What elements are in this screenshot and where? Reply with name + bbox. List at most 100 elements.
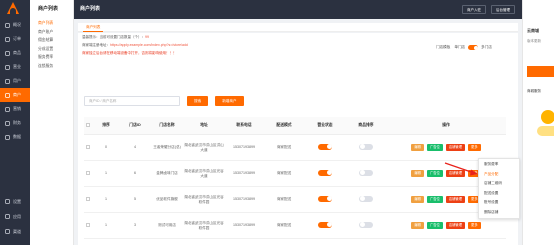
row-checkbox[interactable] [86, 222, 90, 227]
sidebar-item-home[interactable]: 概况 [0, 18, 30, 32]
tab-merchant-list[interactable]: 商户列表 [83, 23, 104, 32]
store-manage-button[interactable]: 店铺管理 [445, 222, 466, 229]
dropdown-item[interactable]: 服务费率 [479, 160, 519, 170]
subnav-list: 商户列表 商户账户 佣金结算 分成设置 服务费率 连锁服务 [30, 19, 73, 70]
goods-sort-toggle[interactable] [359, 169, 373, 176]
cell-delivery-mode: 商家配送 [276, 171, 292, 175]
merchant-join-button[interactable]: 商户入驻 [462, 5, 486, 14]
cell-phone: 15307193899 [233, 197, 255, 201]
sidebar-item-order[interactable]: 订单 [0, 32, 30, 46]
business-status-toggle[interactable] [318, 169, 332, 176]
cell-store-name: 优品软件旗舰 [156, 197, 178, 201]
store-mode-label: 门店模板 [436, 45, 451, 49]
edit-button[interactable]: 编辑 [411, 196, 424, 203]
sidebar-item-store[interactable]: 营业 [0, 60, 30, 74]
more-button[interactable]: 更多 [468, 144, 481, 151]
cell-sort: 1 [105, 197, 107, 201]
sidebar-item-data[interactable]: 数据 [0, 130, 30, 144]
goods-sort-toggle[interactable] [359, 221, 373, 228]
right-panel-button[interactable] [527, 66, 554, 77]
cell-delivery-mode: 商家配送 [276, 197, 292, 201]
notice-register-url-label: 商家端注册地址： [82, 43, 110, 47]
search-row: 商户ID / 商户名称 搜索 新增商户 [84, 96, 244, 106]
subnav-item[interactable]: 商户账户 [30, 28, 73, 37]
store-manage-button[interactable]: 店铺管理 [445, 170, 466, 177]
row-checkbox[interactable] [86, 144, 90, 149]
column-header: 联系电话 [236, 123, 252, 127]
ad-slot-button[interactable]: 广告位 [426, 144, 443, 151]
goods-sort-toggle[interactable] [359, 195, 373, 202]
subnav-title: 商户列表 [30, 0, 73, 19]
sidebar-item-user[interactable]: 用户 [0, 74, 30, 88]
sidebar-item-goods[interactable]: 商品 [0, 46, 30, 60]
business-status-toggle[interactable] [318, 195, 332, 202]
logo-cutout [10, 8, 16, 14]
ad-slot-button[interactable]: 广告位 [426, 170, 443, 177]
dropdown-item[interactable]: 产品分配 [479, 170, 519, 180]
cell-phone: 15307193899 [233, 171, 255, 175]
search-button[interactable]: 搜索 [187, 96, 209, 106]
right-panel-illustration [533, 102, 554, 142]
sidebar-nav-bottom: 设置 应用 渠道 [0, 194, 30, 239]
user-icon [5, 78, 10, 84]
table-row: 1 5 优品软件旗舰 湖北省武汉市洪山区光谷软件园 15307193899 商家配送 编辑广… [84, 187, 506, 213]
goods-icon [5, 50, 10, 56]
edit-button[interactable]: 编辑 [411, 144, 424, 151]
settings-icon [5, 199, 10, 204]
column-header: 门店ID [129, 123, 141, 127]
subnav-item[interactable]: 连锁服务 [30, 62, 73, 71]
subnav-item[interactable]: 商户列表 [30, 19, 73, 28]
ad-slot-button[interactable]: 广告位 [426, 196, 443, 203]
cell-business-status [304, 221, 346, 230]
sidebar-item-marketing[interactable]: 营销 [0, 102, 30, 116]
sidebar-item-merchant[interactable]: 商户 [0, 88, 30, 102]
sidebar-item-label: 商户 [13, 92, 21, 97]
edit-button[interactable]: 编辑 [411, 170, 424, 177]
subnav-item[interactable]: 佣金结算 [30, 36, 73, 45]
business-status-toggle[interactable] [318, 143, 332, 150]
select-all-checkbox[interactable] [86, 122, 90, 127]
cell-address: 湖北省武汉市洪山区光谷大道 [184, 168, 224, 178]
multi-store-label: 多门店 [481, 45, 492, 49]
cell-address: 湖北省武汉市洪山区光谷软件园 [184, 194, 224, 204]
right-panel-title: 云商城 [527, 28, 539, 33]
main-sidebar: 概况 订单商品营业 用户商户营销 财务 数据 设置 应用 渠道 [0, 0, 30, 245]
column-header: 地址 [200, 123, 208, 127]
edit-button[interactable]: 编辑 [411, 222, 424, 229]
add-merchant-button[interactable]: 新增商户 [215, 96, 244, 106]
row-checkbox[interactable] [86, 196, 90, 201]
subnav-item[interactable]: 分成设置 [30, 45, 73, 54]
cell-address: 湖北省武汉市洪山区洪山大道 [184, 142, 224, 152]
table-header: 排序 门店ID 门店名称 地址 联系电话 配送模式 营业状态 商品排序 操作 [84, 117, 506, 135]
more-button[interactable]: 更多 [468, 222, 481, 229]
search-input[interactable]: 商户ID / 商户名称 [84, 96, 180, 106]
sidebar-item-app[interactable]: 应用 [0, 209, 30, 224]
dropdown-item[interactable]: 店铺二维码 [479, 179, 519, 189]
admin-button[interactable]: 后台管理 [491, 5, 515, 14]
notice-store-count: 温馨提示：当前可设置门店数量（个）：99 [82, 33, 372, 41]
store-manage-button[interactable]: 店铺管理 [445, 196, 466, 203]
cell-business-status [304, 195, 346, 204]
sidebar-item-finance[interactable]: 财务 [0, 116, 30, 130]
business-status-toggle[interactable] [318, 221, 332, 228]
goods-sort-toggle[interactable] [359, 143, 373, 150]
illustration-circle [541, 110, 554, 124]
cell-goods-sort [346, 143, 386, 152]
dropdown-item[interactable]: 账号设置 [479, 198, 519, 208]
store-mode-toggle[interactable] [468, 45, 479, 50]
dropdown-item[interactable]: 删除店铺 [479, 208, 519, 218]
data-icon [5, 134, 10, 140]
dropdown-item[interactable]: 配送设置 [479, 189, 519, 199]
sidebar-item-settings[interactable]: 设置 [0, 194, 30, 209]
store-manage-button[interactable]: 店铺管理 [445, 144, 466, 151]
row-checkbox[interactable] [86, 170, 90, 175]
ad-slot-button[interactable]: 广告位 [426, 222, 443, 229]
notice-register-url-value[interactable]: https://apply.example.com/index.php?s=/s… [110, 43, 188, 47]
column-header: 配送模式 [276, 123, 292, 127]
notice-panel: 温馨提示：当前可设置门店数量（个）：99 商家端注册地址：https://app… [82, 33, 372, 57]
table-body: 0 4 王者荣耀分店(总) 湖北省武汉市洪山区洪山大道 15307193899 商家配送编… [84, 135, 506, 239]
sidebar-item-channel[interactable]: 渠道 [0, 224, 30, 239]
more-dropdown-menu: 服务费率 产品分配 店铺二维码 配送设置 账号设置 删除店铺 [478, 158, 520, 219]
subnav-item[interactable]: 服务费率 [30, 53, 73, 62]
sidebar-item-label: 商品 [13, 50, 21, 55]
